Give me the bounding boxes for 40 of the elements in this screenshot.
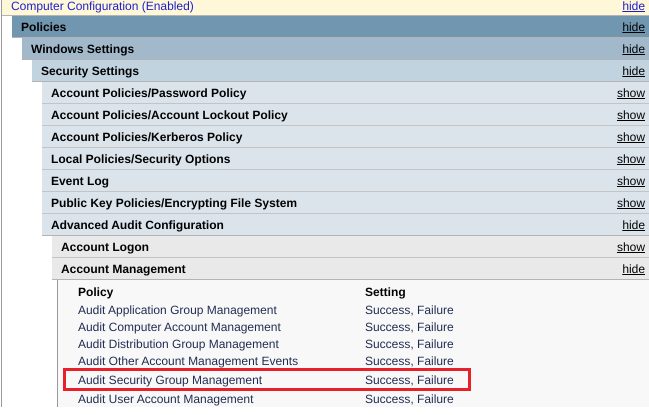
table-cell-text: Success, Failure: [365, 302, 454, 318]
table-cell-text: Success, Failure: [365, 372, 454, 388]
toggle-link[interactable]: show: [616, 172, 645, 190]
toggle-link[interactable]: hide: [622, 0, 645, 15]
section-title: Event Log: [51, 172, 110, 190]
table-cell-text: Audit User Account Management: [78, 390, 254, 408]
section-title: Public Key Policies/Encrypting File System: [51, 194, 298, 212]
column-header: Policy: [78, 284, 114, 301]
toggle-link[interactable]: show: [616, 128, 645, 146]
toggle-link[interactable]: hide: [622, 216, 645, 234]
toggle-link[interactable]: hide: [622, 40, 645, 58]
section-title: Account Policies/Account Lockout Policy: [51, 106, 288, 124]
table-cell-text: Success, Failure: [365, 390, 454, 408]
toggle-link[interactable]: show: [616, 238, 645, 256]
column-header: Setting: [365, 284, 406, 301]
toggle-link[interactable]: hide: [622, 18, 645, 36]
section-title: Local Policies/Security Options: [51, 150, 230, 168]
toggle-link[interactable]: show: [616, 194, 645, 212]
toggle-link[interactable]: show: [616, 106, 645, 124]
section-title: Advanced Audit Configuration: [51, 216, 224, 234]
toggle-link[interactable]: show: [616, 150, 645, 168]
section-title: Account Logon: [61, 238, 149, 256]
table-cell-text: Audit Other Account Management Events: [78, 352, 300, 370]
table-cell-text: Audit Security Group Management: [78, 372, 264, 388]
toggle-link[interactable]: hide: [622, 260, 645, 278]
section-title: Policies: [21, 18, 66, 36]
table-cell-text: Audit Distribution Group Management: [78, 336, 280, 352]
table-cell-text: Audit Computer Account Management: [78, 318, 282, 336]
table-cell-text: Audit Application Group Management: [78, 302, 278, 318]
toggle-link[interactable]: hide: [622, 62, 645, 80]
table-cell-text: Success, Failure: [365, 318, 454, 336]
section-title: Security Settings: [41, 62, 140, 80]
toggle-link[interactable]: show: [616, 84, 645, 102]
section-title: Windows Settings: [31, 40, 134, 58]
section-title: Account Policies/Password Policy: [51, 84, 246, 102]
section-title: Account Policies/Kerberos Policy: [51, 128, 242, 146]
table-cell-text: Success, Failure: [365, 352, 454, 370]
table-cell-text: Success, Failure: [365, 336, 454, 352]
section-title: Computer Configuration (Enabled): [11, 0, 194, 15]
section-title: Account Management: [61, 260, 186, 278]
